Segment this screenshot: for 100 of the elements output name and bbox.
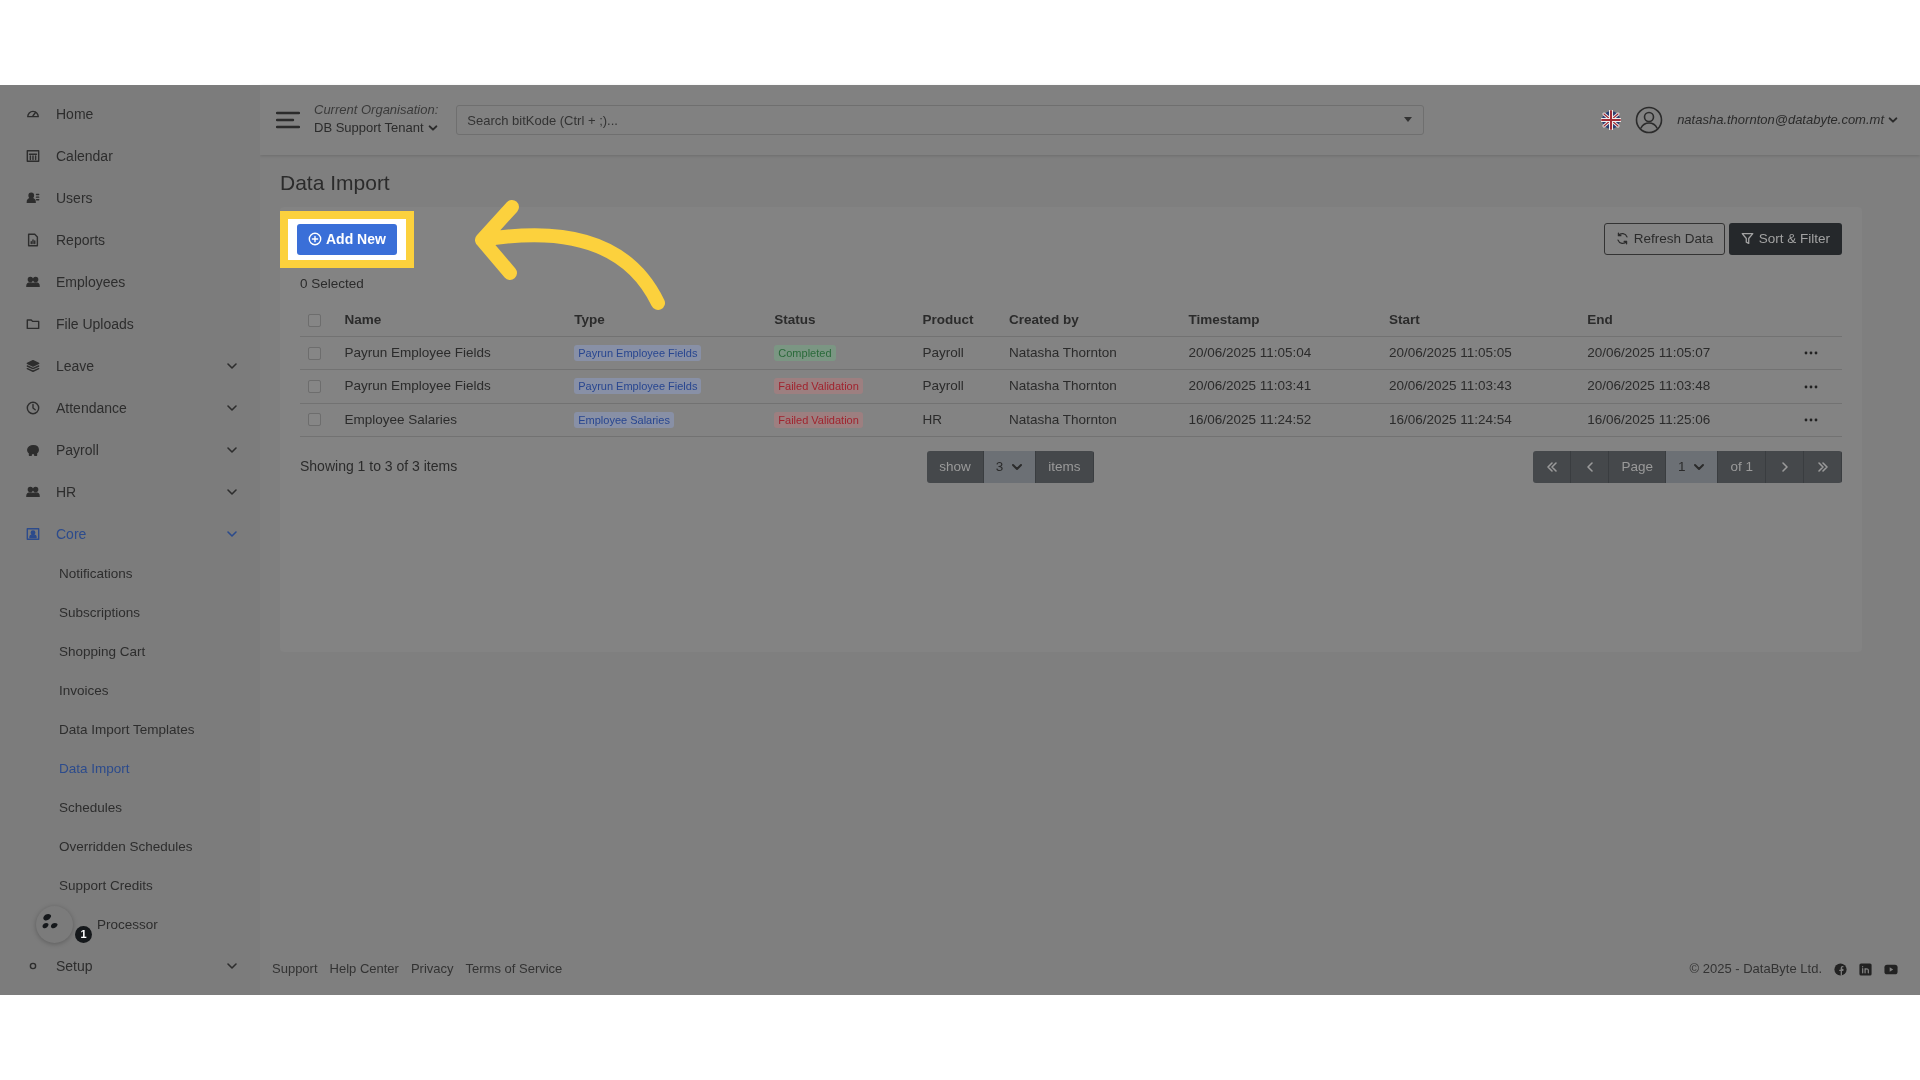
first-page-button[interactable] [1533,450,1572,483]
sidebar-item[interactable]: Employees [0,261,260,303]
sidebar-item[interactable]: HR [0,471,260,513]
column-header[interactable]: Created by [1008,311,1079,327]
user-avatar-icon [1635,106,1664,134]
status-tag: Completed [774,345,836,361]
items-label: items [1036,450,1094,483]
sidebar-subitem[interactable]: Notifications [59,564,133,585]
sort-filter-button[interactable]: Sort & Filter [1728,222,1842,255]
table-cell: Payrun Employee Fields [344,345,491,360]
sidebar-subitem[interactable]: Data Import Templates [59,720,195,741]
chat-widget-button[interactable] [36,906,73,943]
organisation-dropdown[interactable]: DB Support Tenant [314,118,439,138]
clock-icon [26,401,40,415]
footer-link[interactable]: Support [272,959,318,979]
id-card-icon [26,527,40,541]
sidebar-subitem[interactable]: Invoices [59,681,109,702]
user-menu[interactable]: natasha.thornton@databyte.com.mt [1677,110,1898,130]
table-cell: Natasha Thornton [1008,411,1117,427]
sidebar-item[interactable]: Calendar [0,135,260,177]
youtube-icon[interactable] [1884,963,1898,975]
calendar-icon [26,149,40,163]
sidebar-subitem[interactable]: Support Credits [59,876,153,897]
chevron-icon [226,402,238,414]
sidebar-item[interactable]: Setup [0,945,260,987]
footer-link[interactable]: Help Center [329,959,399,979]
sidebar-item[interactable]: Reports [0,219,260,261]
page-label: Page [1609,450,1666,483]
table-cell: 20/06/2025 11:05:05 [1388,345,1512,360]
sidebar-item[interactable]: Users [0,177,260,219]
sidebar-item[interactable]: Home [0,93,260,135]
sidebar-subitem[interactable]: Schedules [59,798,123,819]
search-field[interactable]: Search bitKode (Ctrl + ;)... [456,105,1425,135]
sidebar-subitem[interactable]: Data Import [59,759,130,780]
row-checkbox[interactable] [308,380,321,394]
table-cell: 16/06/2025 11:25:06 [1587,411,1711,427]
sidebar-item[interactable]: Attendance [0,387,260,429]
table-cell: 20/06/2025 11:05:04 [1188,345,1312,360]
table-cell: Payroll [922,378,964,394]
column-header[interactable]: Name [344,311,382,327]
sidebar-subitem[interactable]: Overridden Schedules [59,837,193,858]
linkedin-icon[interactable] [1859,962,1872,976]
facebook-icon[interactable] [1834,962,1847,976]
plus-circle-icon [308,232,322,246]
refresh-icon [1615,232,1629,246]
more-icon[interactable] [1804,417,1819,422]
column-header[interactable]: Type [574,311,605,327]
select-all-checkbox[interactable] [308,313,321,327]
table-cell: Employee Salaries [344,411,458,427]
chevron-icon [226,486,238,498]
footer-link[interactable]: Terms of Service [465,959,563,979]
row-checkbox[interactable] [308,346,321,360]
table-cell: Payrun Employee Fields [344,378,491,394]
add-new-button[interactable]: Add New [297,223,397,255]
chevron-icon [427,122,438,133]
showing-summary: Showing 1 to 3 of 3 items [300,457,458,477]
first-page-icon [1545,460,1558,473]
column-header[interactable]: Product [922,311,974,327]
folder-icon [26,317,40,331]
more-icon[interactable] [1804,351,1819,356]
sidebar-subitem[interactable]: Subscriptions [59,603,141,624]
table-cell: 16/06/2025 11:24:52 [1188,411,1312,427]
page-title: Data Import [280,170,391,196]
status-tag: Failed Validation [774,378,863,395]
refresh-data-button[interactable]: Refresh Data [1603,222,1726,255]
status-tag: Failed Validation [774,411,863,428]
chevron-icon [226,360,238,372]
notification-badge: 1 [75,926,92,943]
footer-link[interactable]: Privacy [410,959,454,979]
page-size-select[interactable]: 3 [983,450,1037,483]
sidebar-item[interactable]: File Uploads [0,303,260,345]
selected-count: 0 Selected [300,274,365,293]
sidebar-subitem[interactable]: Processor [97,915,158,936]
menu-icon[interactable] [276,110,300,130]
last-page-icon [1816,460,1829,473]
sidebar-item[interactable]: Payroll [0,429,260,471]
layers-icon [26,359,40,373]
chevron-icon [1888,115,1898,125]
sidebar-item[interactable]: Leave [0,345,260,387]
more-icon[interactable] [1804,384,1819,389]
column-header[interactable]: Start [1388,311,1420,327]
table-cell: 16/06/2025 11:24:54 [1388,411,1512,427]
column-header[interactable]: End [1587,311,1613,327]
sidebar-subitem[interactable]: Shopping Cart [59,642,146,663]
report-icon [26,233,40,247]
next-page-button[interactable] [1766,450,1804,483]
last-page-button[interactable] [1804,450,1842,483]
column-header[interactable]: Status [774,311,816,327]
filter-icon [1740,232,1754,246]
type-tag: Payrun Employee Fields [574,345,702,361]
sidebar-item[interactable]: Core [0,513,260,555]
chevron-icon [226,444,238,456]
type-tag: Payrun Employee Fields [574,378,702,395]
row-checkbox[interactable] [308,413,321,427]
table-cell: HR [922,411,943,427]
column-header[interactable]: Timestamp [1188,311,1260,327]
table-cell: Natasha Thornton [1008,378,1117,394]
type-tag: Employee Salaries [574,411,674,428]
page-select[interactable]: 1 [1665,450,1719,483]
previous-page-button[interactable] [1571,450,1610,483]
